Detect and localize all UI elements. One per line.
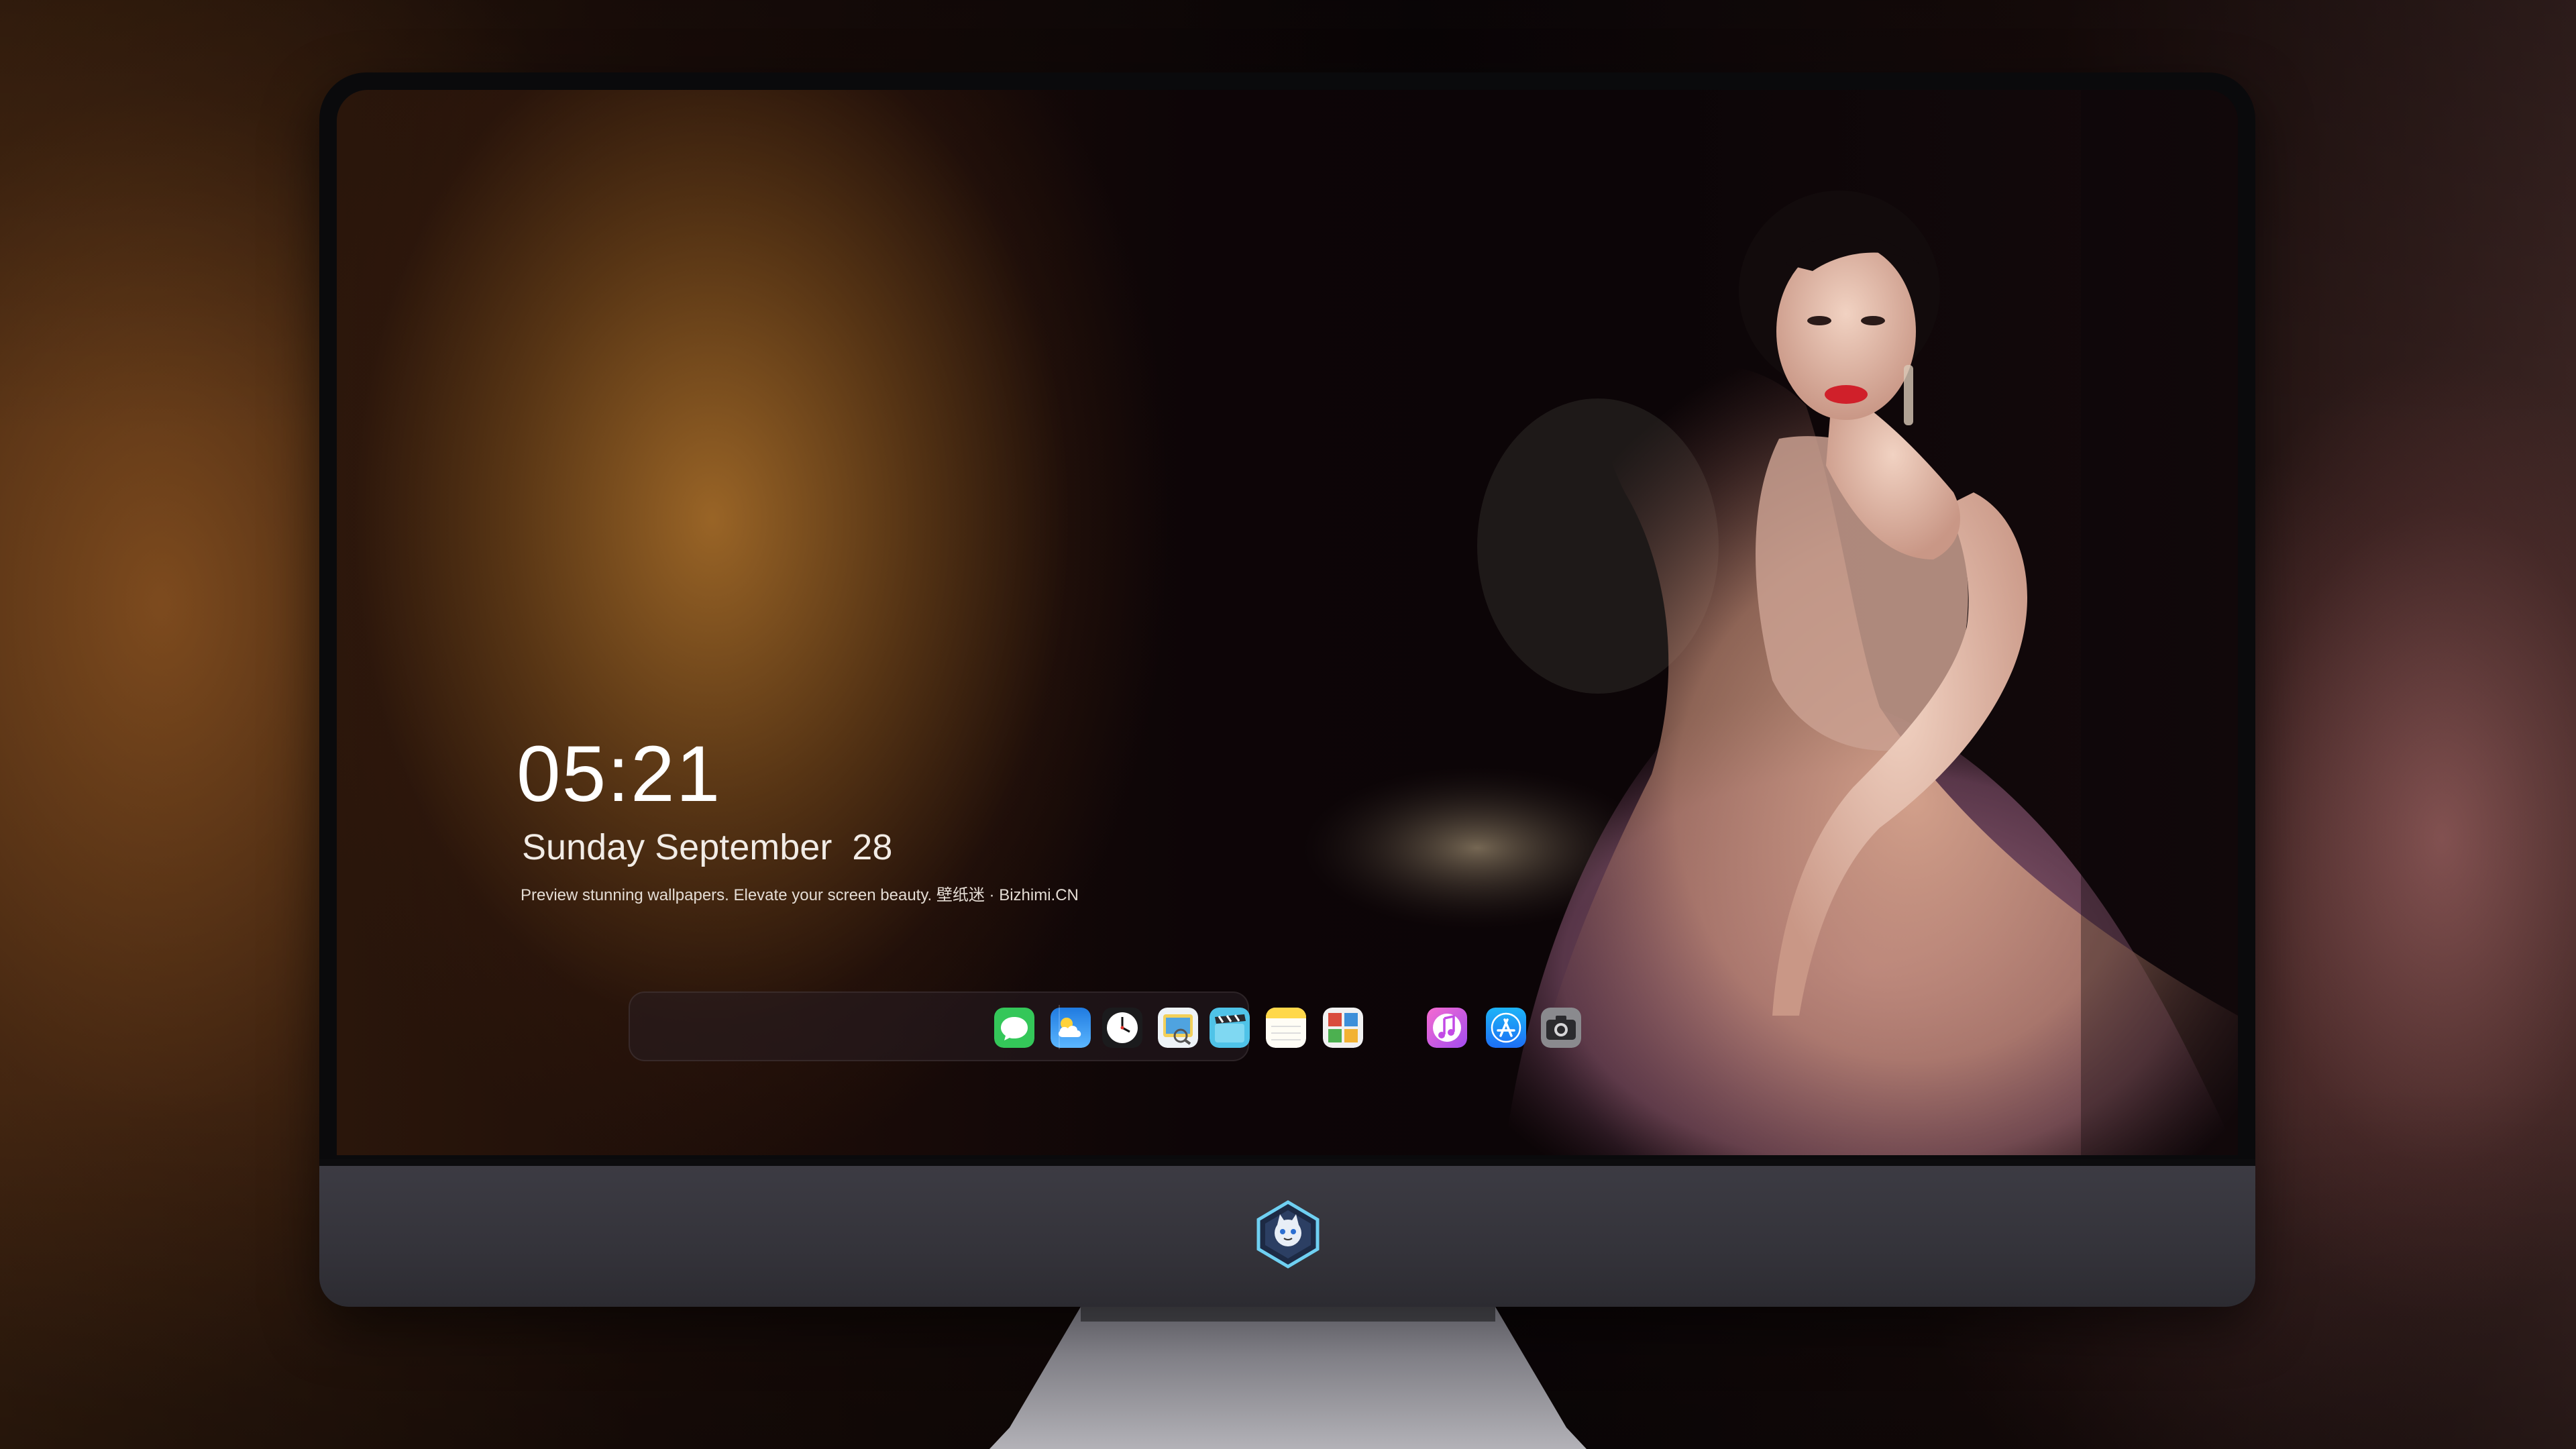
dock-separator [1059,1005,1060,1049]
messages-icon[interactable] [994,1008,1034,1048]
camera-icon[interactable] [1541,1008,1581,1048]
lockscreen-date: Sunday September 28 [522,827,893,867]
clock-icon[interactable] [1102,1008,1142,1048]
stand-shadow [1081,1307,1495,1322]
lockscreen-clock: 05:21 [517,730,722,818]
monitor-stand [989,1307,1587,1449]
lockscreen-tagline: Preview stunning wallpapers. Elevate you… [521,886,1079,904]
notes-icon[interactable] [1266,1008,1306,1048]
wallpaper-portrait [1303,90,2238,1155]
brand-logo-icon [1253,1199,1323,1269]
desktop-screen: 05:21 Sunday September 28 Preview stunni… [337,90,2238,1155]
photo-booth-icon[interactable] [1323,1008,1363,1048]
music-icon[interactable] [1427,1008,1467,1048]
dock [629,991,1249,1061]
preview-icon[interactable] [1158,1008,1198,1048]
weather-icon[interactable] [1051,1008,1091,1048]
app-store-icon[interactable] [1486,1008,1526,1048]
clips-icon[interactable] [1210,1008,1250,1048]
